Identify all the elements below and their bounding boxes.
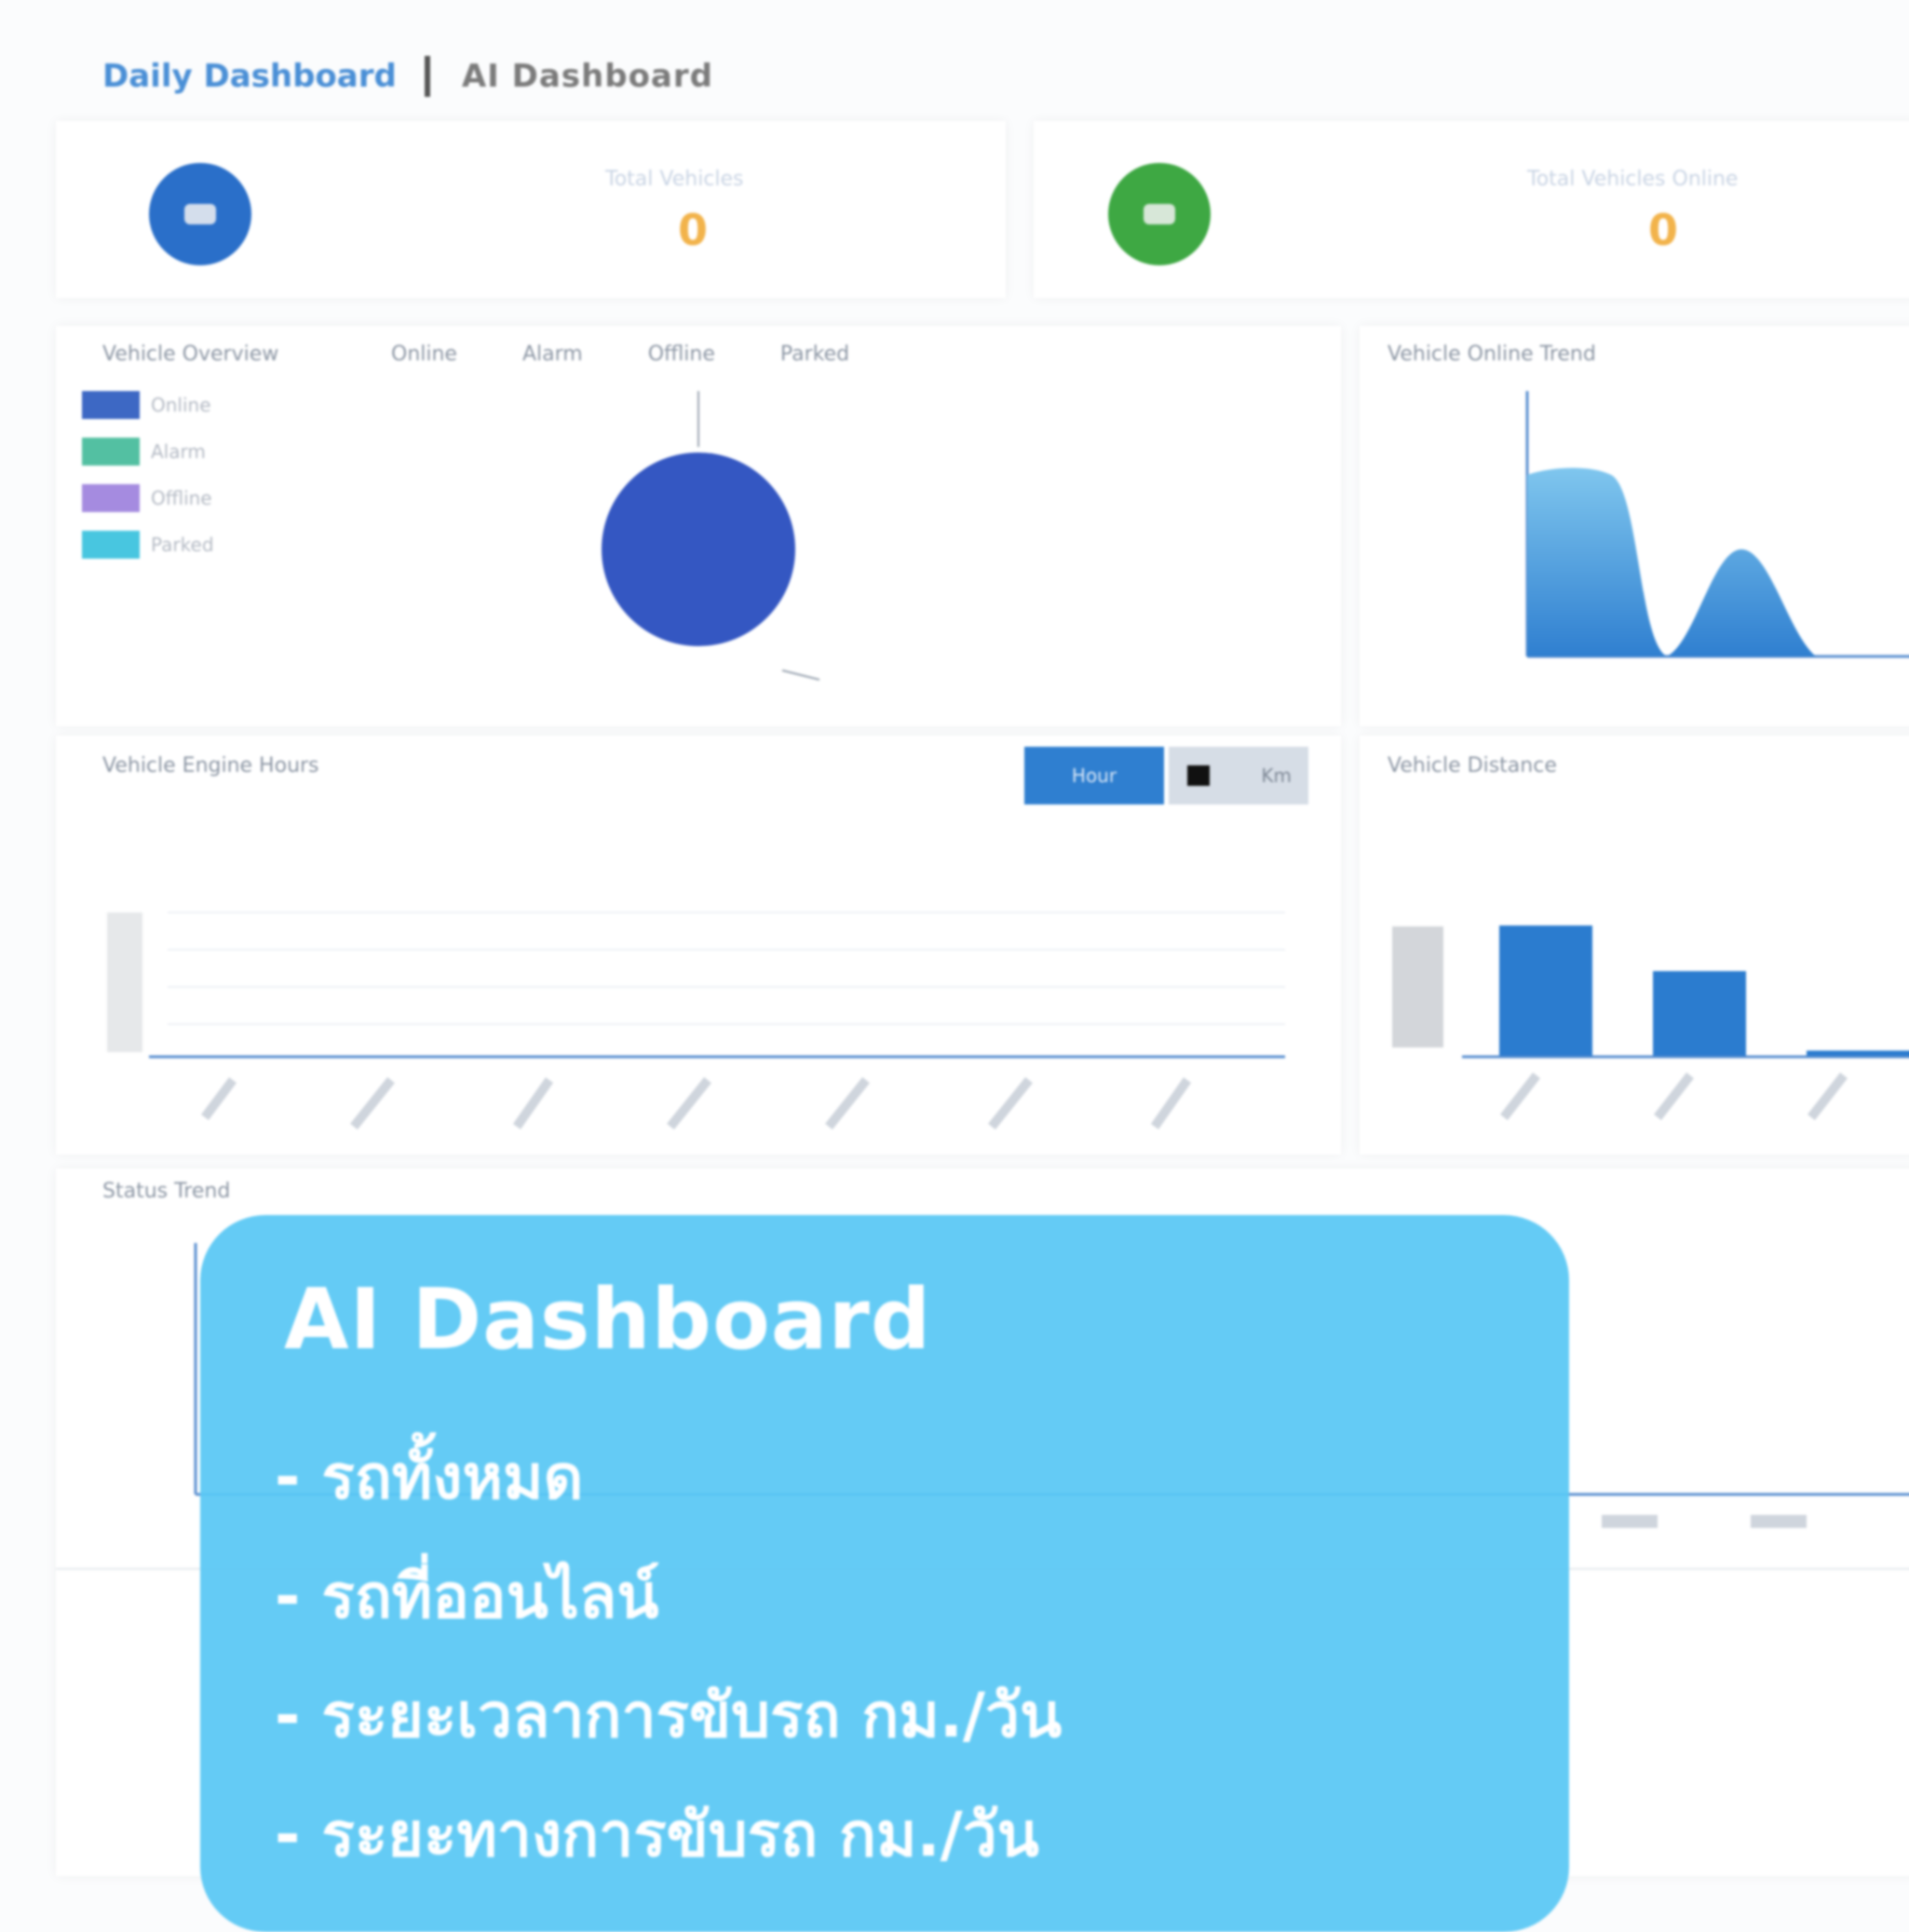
- area-series: [1527, 467, 1816, 656]
- online-icon: [1108, 163, 1211, 265]
- stat-label: Total Vehicles: [605, 168, 744, 191]
- online-trend-panel: Vehicle Online Trend: [1360, 326, 1909, 726]
- tab-ai-dashboard[interactable]: AI Dashboard: [462, 58, 713, 95]
- tab-daily-dashboard[interactable]: Daily Dashboard: [102, 58, 397, 95]
- x-tick-label: [1500, 1072, 1540, 1121]
- callout-item-driving-distance: - ระยะทางการขับรถ กม./วัน: [275, 1799, 1039, 1871]
- x-tick-label: [667, 1076, 711, 1130]
- ai-dashboard-callout: AI Dashboard - รถทั้งหมด - รถที่ออนไลน์ …: [200, 1215, 1569, 1932]
- distance-bar[interactable]: [1653, 971, 1746, 1056]
- bar-chart-distance: [1392, 925, 1909, 1121]
- vehicle-overview-panel: Vehicle Overview Online Alarm Offline Pa…: [56, 326, 1341, 726]
- callout-item-total-vehicles: - รถทั้งหมด: [275, 1441, 584, 1513]
- pie-leader-line: [781, 669, 820, 681]
- callout-item-online-vehicles: - รถที่ออนไลน์: [275, 1560, 659, 1632]
- x-tick-label: [1807, 1072, 1848, 1121]
- x-tick-label: [825, 1076, 870, 1130]
- y-axis-labels-placeholder: [107, 912, 142, 1052]
- x-tick-label: [350, 1076, 395, 1130]
- x-tick-label: [512, 1077, 554, 1129]
- stat-label: Total Vehicles Online: [1527, 168, 1739, 191]
- distance-panel: Vehicle Distance: [1360, 736, 1909, 1155]
- stat-card-online: Total Vehicles Online 0: [1034, 121, 1909, 298]
- x-tick-label: [201, 1077, 237, 1120]
- engine-hours-panel: Vehicle Engine Hours Hour Km: [56, 736, 1341, 1155]
- stat-card-total: Total Vehicles 0: [56, 121, 1006, 298]
- callout-item-driving-time: - ระยะเวลาการขับรถ กม./วัน: [275, 1680, 1063, 1751]
- distance-bar[interactable]: [1807, 1050, 1909, 1056]
- y-axis-labels-placeholder: [1392, 926, 1443, 1047]
- dashboard-tabs: Daily Dashboard AI Dashboard: [102, 48, 713, 104]
- callout-title: AI Dashboard: [284, 1271, 932, 1369]
- x-tick-label: [1150, 1077, 1192, 1129]
- bar-chart-engine: [107, 912, 1285, 1130]
- car-icon: [149, 163, 251, 265]
- tab-separator: [424, 56, 430, 97]
- x-tick-label: [1751, 1515, 1807, 1528]
- stat-value: 0: [1648, 205, 1679, 255]
- pie-chart: [602, 391, 820, 681]
- pie-slice-online[interactable]: [602, 453, 795, 646]
- x-tick-label: [988, 1076, 1033, 1130]
- x-tick-label: [1602, 1515, 1658, 1528]
- stat-value: 0: [678, 205, 709, 255]
- distance-bar[interactable]: [1499, 925, 1592, 1056]
- callout-list: - รถทั้งหมด - รถที่ออนไลน์ - ระยะเวลาการ…: [275, 1418, 1062, 1895]
- area-chart: [1525, 391, 1909, 658]
- x-tick-label: [1654, 1072, 1694, 1121]
